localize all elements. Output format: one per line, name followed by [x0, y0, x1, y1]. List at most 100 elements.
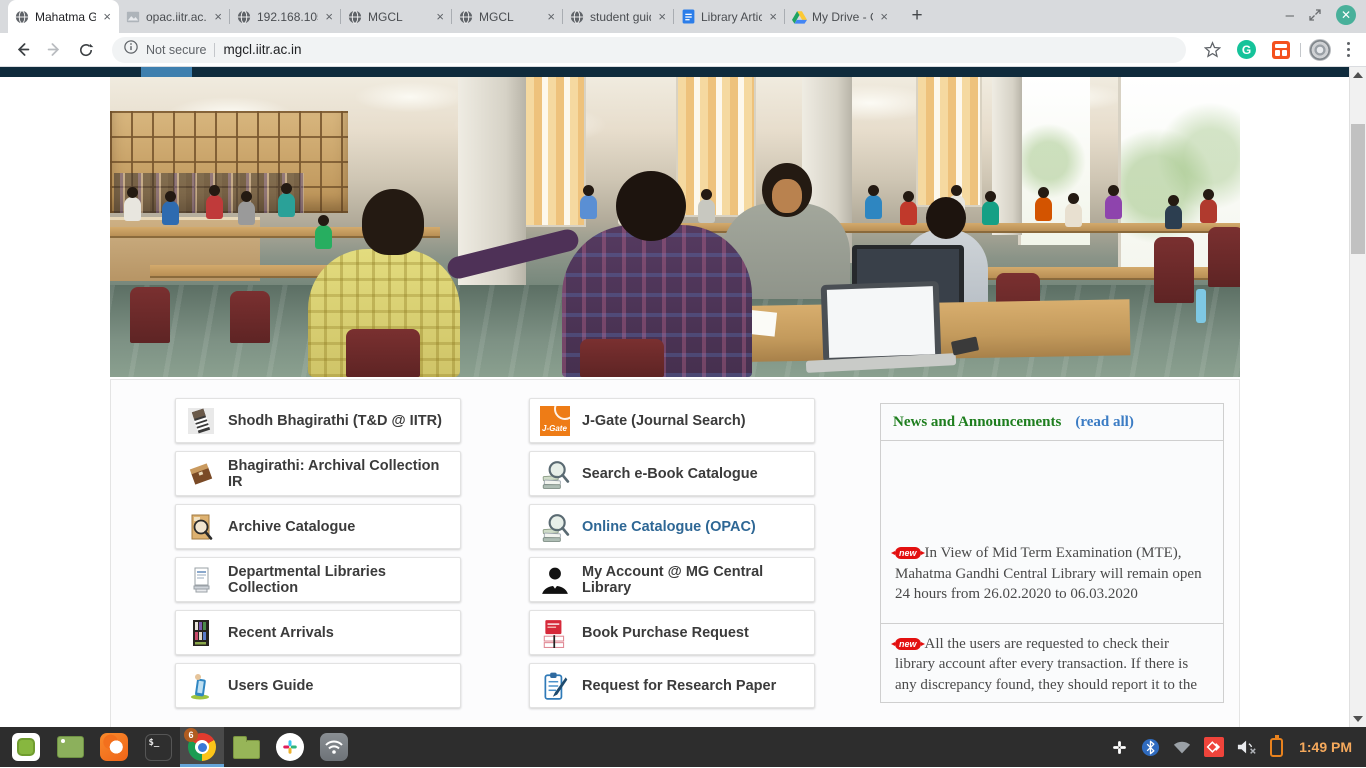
show-desktop-button[interactable] [48, 727, 92, 767]
terminal-launcher[interactable]: $_ [136, 727, 180, 767]
link-label: Recent Arrivals [228, 625, 334, 641]
bookmark-star-icon[interactable] [1202, 39, 1224, 61]
link-users-guide[interactable]: Users Guide [175, 663, 461, 708]
scroll-up-icon[interactable] [1353, 72, 1363, 78]
slack-launcher[interactable] [268, 727, 312, 767]
link-label: Departmental Libraries Collection [228, 564, 450, 596]
link-label: Users Guide [228, 678, 313, 694]
info-icon[interactable] [124, 40, 138, 59]
red-book-icon [540, 618, 570, 648]
news-title: News and Announcements [893, 414, 1061, 431]
files-launcher[interactable] [224, 727, 268, 767]
wifi-icon [320, 733, 348, 761]
browser-tab-strip: Mahatma Gand × opac.iitr.ac.in:8 × 192.1… [0, 0, 1366, 33]
anydesk-icon[interactable] [1204, 737, 1224, 757]
close-tab-icon[interactable]: × [545, 10, 557, 23]
tab-mgcl-2[interactable]: MGCL × [452, 0, 563, 33]
link-book-purchase[interactable]: Book Purchase Request [529, 610, 815, 655]
link-departmental-libraries[interactable]: Departmental Libraries Collection [175, 557, 461, 602]
news-item-text: In View of Mid Term Examination (MTE), M… [895, 545, 1202, 602]
tab-title: MGCL [479, 10, 540, 24]
tab-mahatma-gandhi[interactable]: Mahatma Gand × [8, 0, 119, 33]
slack-tray-icon[interactable] [1111, 739, 1128, 756]
close-tab-icon[interactable]: × [434, 10, 446, 23]
firefox-launcher[interactable] [92, 727, 136, 767]
link-research-paper-request[interactable]: Request for Research Paper [529, 663, 815, 708]
link-label: Request for Research Paper [582, 678, 776, 694]
terminal-icon: $_ [145, 734, 172, 761]
bookshelf-icon [186, 618, 216, 648]
volume-muted-icon[interactable] [1237, 739, 1257, 755]
maximize-window-button[interactable] [1309, 9, 1321, 21]
close-window-button[interactable]: ✕ [1336, 5, 1356, 25]
back-icon[interactable] [8, 36, 36, 64]
scroll-down-icon[interactable] [1353, 716, 1363, 722]
read-all-link[interactable]: (read all) [1075, 414, 1133, 431]
tab-student-guide[interactable]: student guide × [563, 0, 674, 33]
address-bar[interactable]: Not secure mgcl.iitr.ac.in [112, 37, 1186, 63]
tab-opac[interactable]: opac.iitr.ac.in:8 × [119, 0, 230, 33]
grammarly-extension-icon[interactable]: G [1236, 39, 1258, 61]
link-my-account[interactable]: My Account @ MG Central Library [529, 557, 815, 602]
tab-title: student guide [590, 10, 651, 24]
link-label: J-Gate (Journal Search) [582, 413, 746, 429]
browser-toolbar: Not secure mgcl.iitr.ac.in G [0, 33, 1366, 67]
clipboard-pencil-icon [540, 671, 570, 701]
tab-title: My Drive - Goo [812, 10, 873, 24]
content-panel: Shodh Bhagirathi (T&D @ IITR) Bhagirathi… [110, 379, 1240, 727]
close-tab-icon[interactable]: × [323, 10, 335, 23]
clock[interactable]: 1:49 PM [1299, 739, 1352, 755]
link-opac[interactable]: Online Catalogue (OPAC) [529, 504, 815, 549]
scrollbar-thumb[interactable] [1351, 124, 1365, 254]
tab-title: opac.iitr.ac.in:8 [146, 10, 207, 24]
minimize-window-button[interactable]: – [1286, 7, 1294, 24]
site-navbar [0, 67, 1349, 77]
link-label: Archive Catalogue [228, 519, 355, 535]
guide-figure-icon [186, 671, 216, 701]
bluetooth-icon[interactable] [1141, 738, 1160, 757]
close-tab-icon[interactable]: × [878, 10, 890, 23]
close-tab-icon[interactable]: × [767, 10, 779, 23]
jgate-icon: J-Gate [540, 406, 570, 436]
battery-icon[interactable] [1270, 738, 1283, 757]
link-jgate[interactable]: J-Gate J-Gate (Journal Search) [529, 398, 815, 443]
tab-library-article[interactable]: Library Article D × [674, 0, 785, 33]
network-tray-icon[interactable] [1173, 741, 1191, 754]
chrome-task-button[interactable]: 6 [180, 727, 224, 767]
link-label: Online Catalogue (OPAC) [582, 519, 756, 535]
link-bhagirathi-archival[interactable]: Bhagirathi: Archival Collection IR [175, 451, 461, 496]
site-navbar-active-item[interactable] [141, 67, 192, 77]
tab-mgcl-1[interactable]: MGCL × [341, 0, 452, 33]
thesis-stack-icon [186, 406, 216, 436]
tab-ip-address[interactable]: 192.168.105.14 × [230, 0, 341, 33]
mint-menu-button[interactable] [4, 727, 48, 767]
book-search-icon [540, 459, 570, 489]
link-recent-arrivals[interactable]: Recent Arrivals [175, 610, 461, 655]
url-text: mgcl.iitr.ac.in [223, 42, 301, 57]
close-tab-icon[interactable]: × [656, 10, 668, 23]
tab-title: 192.168.105.14 [257, 10, 318, 24]
link-archive-catalogue[interactable]: Archive Catalogue [175, 504, 461, 549]
page-scrollbar[interactable] [1349, 67, 1366, 727]
folder-icon [233, 740, 260, 759]
profile-avatar[interactable] [1309, 39, 1331, 61]
extension-icon[interactable] [1270, 39, 1292, 61]
link-shodh-bhagirathi[interactable]: Shodh Bhagirathi (T&D @ IITR) [175, 398, 461, 443]
news-item: newAll the users are requested to check … [881, 623, 1223, 703]
new-tab-button[interactable]: + [902, 1, 932, 31]
tab-my-drive[interactable]: My Drive - Goo × [785, 0, 896, 33]
close-tab-icon[interactable]: × [101, 10, 113, 23]
browser-menu-icon[interactable] [1339, 38, 1359, 62]
close-tab-icon[interactable]: × [212, 10, 224, 23]
forward-icon[interactable] [40, 36, 68, 64]
link-ebook-catalogue[interactable]: Search e-Book Catalogue [529, 451, 815, 496]
network-launcher[interactable] [312, 727, 356, 767]
archive-card-search-icon [186, 512, 216, 542]
taskbar: $_ 6 1:49 PM [0, 727, 1366, 767]
google-drive-icon [791, 9, 807, 25]
book-search-icon [540, 512, 570, 542]
slack-icon [276, 733, 304, 761]
tab-title: Library Article D [701, 10, 762, 24]
notification-badge: 6 [184, 728, 198, 742]
reload-icon[interactable] [72, 36, 100, 64]
